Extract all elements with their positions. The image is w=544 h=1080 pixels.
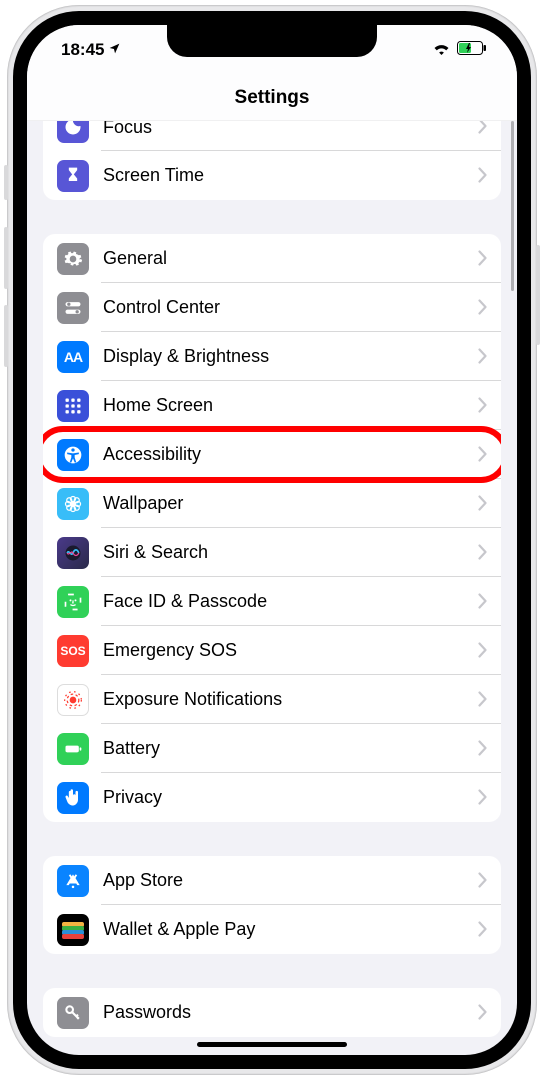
settings-row-general[interactable]: General bbox=[43, 234, 501, 283]
chevron-right-icon bbox=[478, 589, 501, 615]
settings-row-label: Siri & Search bbox=[89, 542, 478, 563]
location-services-icon bbox=[108, 42, 121, 58]
settings-row-label: Wallpaper bbox=[89, 493, 478, 514]
home-indicator[interactable] bbox=[197, 1042, 347, 1047]
focus-icon bbox=[57, 121, 89, 143]
display-brightness-icon: AA bbox=[57, 341, 89, 373]
status-time: 18:45 bbox=[61, 40, 104, 60]
settings-row-exposure-notifications[interactable]: Exposure Notifications bbox=[43, 675, 501, 724]
settings-row-label: Accessibility bbox=[89, 444, 478, 465]
settings-row-control-center[interactable]: Control Center bbox=[43, 283, 501, 332]
settings-row-label: Privacy bbox=[89, 787, 478, 808]
wifi-icon bbox=[432, 40, 451, 60]
settings-row-accessibility[interactable]: Accessibility bbox=[43, 430, 501, 479]
home-screen-icon bbox=[57, 390, 89, 422]
chevron-right-icon bbox=[478, 736, 501, 762]
settings-row-battery[interactable]: Battery bbox=[43, 724, 501, 773]
screen-time-icon bbox=[57, 160, 89, 192]
settings-row-wallpaper[interactable]: Wallpaper bbox=[43, 479, 501, 528]
notch bbox=[167, 25, 377, 57]
chevron-right-icon bbox=[478, 393, 501, 419]
battery-icon bbox=[57, 733, 89, 765]
settings-row-app-store[interactable]: App Store bbox=[43, 856, 501, 905]
volume-up-button bbox=[4, 227, 8, 289]
settings-row-label: Face ID & Passcode bbox=[89, 591, 478, 612]
scroll-indicator[interactable] bbox=[511, 121, 514, 291]
privacy-icon bbox=[57, 782, 89, 814]
battery-icon bbox=[457, 40, 487, 60]
settings-row-label: Display & Brightness bbox=[89, 346, 478, 367]
settings-row-passwords[interactable]: Passwords bbox=[43, 988, 501, 1037]
chevron-right-icon bbox=[478, 687, 501, 713]
emergency-sos-icon: SOS bbox=[57, 635, 89, 667]
control-center-icon bbox=[57, 292, 89, 324]
chevron-right-icon bbox=[478, 540, 501, 566]
chevron-right-icon bbox=[478, 163, 501, 189]
settings-row-label: Focus bbox=[89, 121, 478, 138]
app-store-icon bbox=[57, 865, 89, 897]
passwords-icon bbox=[57, 997, 89, 1029]
settings-row-label: Battery bbox=[89, 738, 478, 759]
settings-row-faceid-passcode[interactable]: Face ID & Passcode bbox=[43, 577, 501, 626]
screen: 18:45 bbox=[27, 25, 517, 1055]
chevron-right-icon bbox=[478, 121, 501, 140]
chevron-right-icon bbox=[478, 785, 501, 811]
settings-row-privacy[interactable]: Privacy bbox=[43, 773, 501, 822]
accessibility-icon bbox=[57, 439, 89, 471]
settings-row-label: Home Screen bbox=[89, 395, 478, 416]
settings-group: Focus Screen Time bbox=[43, 121, 501, 200]
settings-group: General Control Center AADisplay & Brightn… bbox=[43, 234, 501, 822]
phone-frame: 18:45 bbox=[7, 5, 537, 1075]
siri-search-icon bbox=[57, 537, 89, 569]
settings-group: Passwords bbox=[43, 988, 501, 1037]
chevron-right-icon bbox=[478, 1000, 501, 1026]
chevron-right-icon bbox=[478, 295, 501, 321]
general-icon bbox=[57, 243, 89, 275]
settings-row-label: App Store bbox=[89, 870, 478, 891]
chevron-right-icon bbox=[478, 344, 501, 370]
volume-down-button bbox=[4, 305, 8, 367]
settings-row-home-screen[interactable]: Home Screen bbox=[43, 381, 501, 430]
settings-row-emergency-sos[interactable]: SOSEmergency SOS bbox=[43, 626, 501, 675]
settings-row-wallet-apple-pay[interactable]: Wallet & Apple Pay bbox=[43, 905, 501, 954]
page-title: Settings bbox=[235, 87, 310, 109]
chevron-right-icon bbox=[478, 442, 501, 468]
settings-scroll-content[interactable]: Focus Screen Time General Control Center AAD… bbox=[27, 121, 517, 1055]
settings-row-screen-time[interactable]: Screen Time bbox=[43, 151, 501, 200]
faceid-passcode-icon bbox=[57, 586, 89, 618]
settings-row-label: Passwords bbox=[89, 1002, 478, 1023]
settings-row-display-brightness[interactable]: AADisplay & Brightness bbox=[43, 332, 501, 381]
settings-row-siri-search[interactable]: Siri & Search bbox=[43, 528, 501, 577]
settings-row-label: Wallet & Apple Pay bbox=[89, 919, 478, 940]
settings-group: App Store Wallet & Apple Pay bbox=[43, 856, 501, 954]
settings-row-label: Screen Time bbox=[89, 165, 478, 186]
settings-row-label: Control Center bbox=[89, 297, 478, 318]
mute-switch bbox=[4, 165, 8, 200]
settings-row-label: General bbox=[89, 248, 478, 269]
settings-row-focus[interactable]: Focus bbox=[43, 121, 501, 151]
chevron-right-icon bbox=[478, 868, 501, 894]
chevron-right-icon bbox=[478, 638, 501, 664]
wallpaper-icon bbox=[57, 488, 89, 520]
exposure-notifications-icon bbox=[57, 684, 89, 716]
settings-row-label: Emergency SOS bbox=[89, 640, 478, 661]
phone-bezel: 18:45 bbox=[13, 11, 531, 1069]
power-button bbox=[536, 245, 540, 345]
chevron-right-icon bbox=[478, 491, 501, 517]
nav-header: Settings bbox=[27, 75, 517, 121]
settings-row-label: Exposure Notifications bbox=[89, 689, 478, 710]
wallet-apple-pay-icon bbox=[57, 914, 89, 946]
chevron-right-icon bbox=[478, 246, 501, 272]
chevron-right-icon bbox=[478, 917, 501, 943]
